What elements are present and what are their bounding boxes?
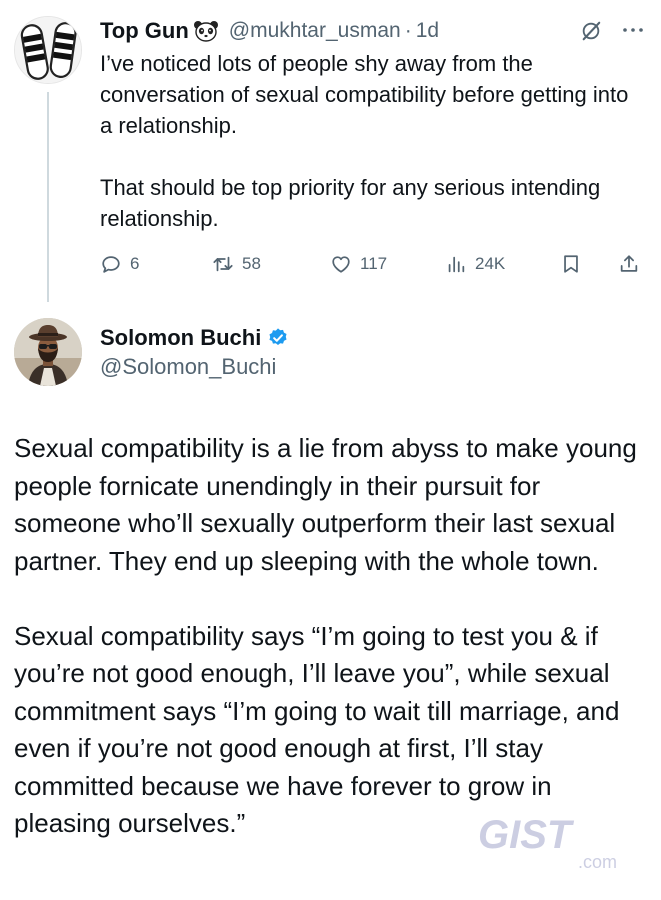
bookmark-button[interactable] (560, 250, 582, 278)
parent-paragraph: That should be top priority for any seri… (100, 175, 601, 231)
parent-avatar[interactable] (14, 16, 82, 84)
views-count: 24K (475, 254, 506, 273)
parent-timestamp[interactable]: 1d (416, 19, 439, 43)
repost-icon (213, 256, 233, 272)
parent-tweet-text: I’ve noticed lots of people shy away fro… (100, 48, 645, 234)
verified-badge-icon[interactable] (267, 327, 289, 349)
parent-display-name[interactable]: Top Gun (100, 18, 189, 44)
main-handle[interactable]: @Solomon_Buchi (100, 354, 276, 380)
main-paragraph: Sexual compatibility says “I’m going to … (14, 620, 620, 839)
parent-paragraph: I’ve noticed lots of people shy away fro… (100, 51, 629, 138)
reply-icon (102, 256, 120, 273)
views-icon (448, 256, 465, 273)
share-button[interactable] (618, 250, 640, 278)
views-button[interactable]: 24K (445, 250, 505, 278)
repost-count: 58 (242, 254, 261, 273)
parent-tweet-header: Top Gun @mukhtar_usman · 1d (100, 14, 439, 48)
thread-connector-line (47, 92, 49, 302)
reply-count: 6 (130, 254, 140, 273)
main-display-name[interactable]: Solomon Buchi (100, 325, 261, 351)
like-button[interactable]: 117 (330, 250, 387, 278)
bookmark-icon (564, 255, 578, 273)
reply-button[interactable]: 6 (100, 250, 139, 278)
parent-action-bar: 6 58 117 24K (100, 250, 650, 278)
panda-emoji-icon (193, 20, 219, 42)
heart-icon (332, 256, 350, 273)
svg-text:.com: .com (578, 852, 617, 872)
main-tweet-author: Solomon Buchi (100, 322, 289, 354)
parent-tweet[interactable]: Top Gun @mukhtar_usman · 1d I’ve noticed… (0, 0, 661, 302)
header-separator: · (404, 19, 412, 42)
repost-button[interactable]: 58 (212, 250, 261, 278)
share-icon (620, 255, 638, 272)
main-avatar[interactable] (14, 318, 82, 386)
main-tweet-text: Sexual compatibility is a lie from abyss… (14, 430, 654, 843)
main-paragraph: Sexual compatibility is a lie from abyss… (14, 433, 637, 576)
parent-handle[interactable]: @mukhtar_usman (229, 19, 401, 43)
more-icon[interactable] (621, 24, 645, 36)
like-count: 117 (360, 254, 388, 273)
grok-icon[interactable] (580, 20, 602, 42)
